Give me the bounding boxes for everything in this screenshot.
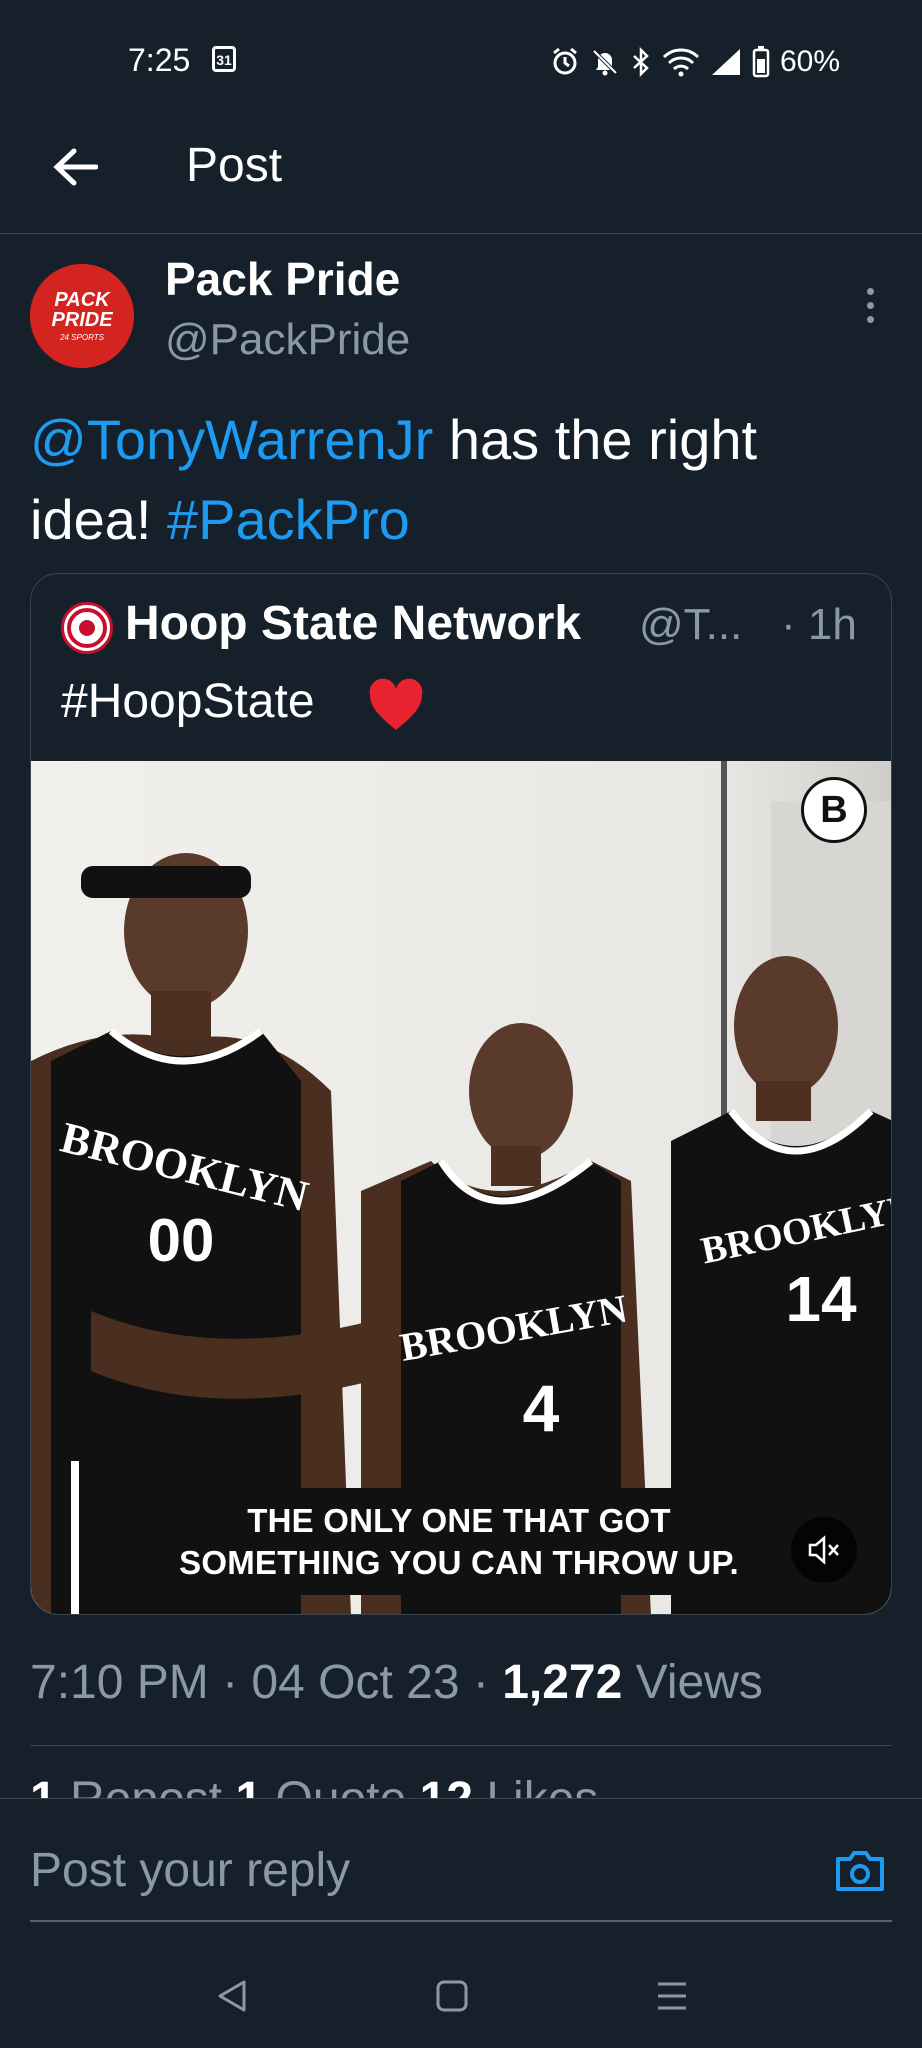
views-label: Views — [622, 1656, 763, 1709]
post-text: @TonyWarrenJr has the right idea! #PackP… — [30, 400, 890, 560]
svg-text:00: 00 — [148, 1207, 215, 1274]
mute-button[interactable] — [791, 1517, 857, 1583]
quote-time: · 1h — [781, 600, 857, 649]
bell-muted-icon — [592, 49, 618, 76]
mention-link[interactable]: @TonyWarrenJr — [30, 408, 433, 471]
post-time-date: 7:10 PM · 04 Oct 23 · — [30, 1656, 503, 1709]
likes-count: 12 — [420, 1773, 473, 1798]
svg-text:PRIDE: PRIDE — [51, 309, 113, 331]
more-dot-icon — [866, 288, 874, 295]
hashtag-link[interactable]: #PackPro — [167, 488, 410, 551]
battery-icon — [752, 46, 770, 78]
quotes-count: 1 — [235, 1773, 262, 1798]
engagement-stats[interactable]: 1 Repost 1 Quote 12 Likes — [30, 1770, 598, 1798]
author-avatar[interactable]: PACK PRIDE 24 SPORTS — [30, 264, 134, 368]
svg-text:4: 4 — [523, 1371, 560, 1445]
quote-author-handle: @T... — [639, 600, 743, 649]
bluetooth-icon — [633, 47, 649, 77]
system-nav-bar — [0, 1950, 922, 2048]
nets-logo: B — [801, 777, 867, 843]
hoop-state-logo — [67, 608, 107, 648]
meta-divider — [30, 1745, 892, 1746]
triangle-back-icon — [218, 1980, 246, 2012]
video-subtitle: THE ONLY ONE THAT GOT SOMETHING YOU CAN T… — [141, 1488, 777, 1595]
status-bar: 7:25 31 60% — [0, 0, 922, 110]
svg-text:14: 14 — [785, 1263, 857, 1335]
page-title: Post — [186, 139, 283, 192]
reply-bar — [0, 1798, 922, 1950]
views-count: 1,272 — [502, 1656, 623, 1709]
battery-percentage: 60% — [780, 45, 841, 78]
quote-author-name: Hoop State Network — [125, 597, 582, 650]
svg-text:PACK: PACK — [54, 289, 111, 311]
reposts-label: Repost — [57, 1773, 236, 1798]
wifi-icon — [662, 48, 700, 77]
square-home-icon — [436, 1980, 468, 2012]
red-heart-icon — [369, 678, 423, 730]
status-icons: 60% — [550, 44, 840, 80]
author-name[interactable]: Pack Pride — [165, 252, 400, 306]
subtitle-line-1: THE ONLY ONE THAT GOT — [247, 1502, 671, 1539]
reply-underline — [30, 1920, 892, 1922]
svg-text:24 SPORTS: 24 SPORTS — [59, 333, 105, 342]
status-time: 7:25 — [128, 42, 191, 78]
quoted-post[interactable]: Hoop State Network @T... · 1h #HoopState… — [30, 573, 892, 1615]
nav-menu-button[interactable] — [650, 1974, 694, 2018]
reply-input[interactable] — [30, 1843, 790, 1898]
subtitle-line-2: SOMETHING YOU CAN THROW UP. — [179, 1544, 739, 1581]
quote-author-avatar — [61, 602, 113, 654]
quotes-label: Quote — [262, 1773, 419, 1798]
nav-back-button[interactable] — [210, 1974, 254, 2018]
signal-icon — [712, 49, 740, 75]
post-timestamp: 7:10 PM · 04 Oct 23 · 1,272 Views — [30, 1655, 763, 1710]
arrow-left-icon — [53, 148, 98, 186]
video-frame: BROOKLYN 00 BROOKLYN 4 BROOKLYN 14 — [31, 761, 891, 1614]
reposts-count: 1 — [30, 1773, 57, 1798]
speaker-muted-icon — [808, 1535, 839, 1565]
nav-home-button[interactable] — [430, 1974, 474, 2018]
quote-video[interactable]: BROOKLYN 00 BROOKLYN 4 BROOKLYN 14 B THE… — [31, 761, 891, 1614]
calendar-icon: 31 — [212, 46, 236, 72]
camera-icon — [836, 1851, 884, 1891]
quote-text[interactable]: #HoopState — [61, 674, 315, 729]
more-options-button[interactable] — [860, 288, 880, 328]
author-handle[interactable]: @PackPride — [165, 315, 410, 365]
alarm-icon — [553, 47, 577, 75]
pack-pride-logo: PACK PRIDE 24 SPORTS — [30, 264, 134, 368]
header-divider — [0, 233, 922, 234]
camera-button[interactable] — [832, 1843, 888, 1899]
likes-label: Likes — [473, 1773, 598, 1798]
back-button[interactable] — [40, 132, 110, 202]
menu-lines-icon — [658, 1982, 686, 2010]
